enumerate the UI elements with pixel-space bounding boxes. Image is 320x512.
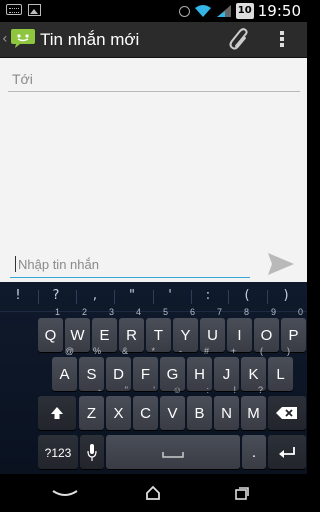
recipient-placeholder: Tới <box>12 71 33 87</box>
wifi-icon <box>194 5 211 17</box>
signal-icon <box>216 5 231 17</box>
suggestion-key[interactable]: ) <box>276 288 296 303</box>
backspace-icon <box>276 407 297 419</box>
symbols-mode-key[interactable]: ?123 <box>38 435 78 469</box>
message-input[interactable]: Nhập tin nhắn <box>10 250 250 278</box>
up-navigation-icon[interactable]: ‹ <box>2 31 8 47</box>
punctuation-suggestion-row: ! ? , " ' : ( ) <box>0 282 307 312</box>
suggestion-key[interactable]: ' <box>160 288 180 303</box>
key-q[interactable]: Q1 <box>38 307 63 352</box>
key-v[interactable]: V ☺ <box>160 385 185 430</box>
key-b[interactable]: B: <box>187 385 212 430</box>
voice-input-key[interactable] <box>80 435 104 469</box>
messaging-app-icon[interactable] <box>10 27 36 49</box>
space-icon <box>162 452 184 458</box>
navigation-bar <box>0 474 307 512</box>
key-l[interactable]: L) <box>268 346 293 391</box>
key-t[interactable]: T5 <box>146 307 171 352</box>
suggestion-key[interactable]: ( <box>237 288 257 303</box>
key-c[interactable]: C ' <box>133 385 158 430</box>
key-y[interactable]: Y6 <box>173 307 198 352</box>
suggestion-key[interactable]: ? <box>46 288 66 303</box>
key-z[interactable]: Z- <box>79 385 104 430</box>
backspace-key[interactable] <box>268 396 306 430</box>
key-a[interactable]: A @ <box>52 346 77 391</box>
shift-key[interactable] <box>38 396 76 430</box>
keyboard-notification-icon <box>6 4 22 15</box>
shift-icon <box>51 407 63 419</box>
key-p[interactable]: P0 <box>281 307 306 352</box>
action-bar: ‹ Tin nhắn mới <box>0 22 307 58</box>
keyboard: ! ? , " ' : ( ) Q1 W2 E3 R4 T5 Y6 U7 I8 … <box>0 282 307 474</box>
recent-apps-icon[interactable] <box>234 485 250 501</box>
text-cursor <box>15 256 16 272</box>
suggestion-key[interactable]: : <box>198 288 218 303</box>
suggestion-key[interactable]: , <box>85 288 105 303</box>
period-key[interactable]: . <box>242 435 266 469</box>
recipient-field[interactable]: Tới <box>8 66 300 92</box>
key-o[interactable]: O9 <box>254 307 279 352</box>
page-title: Tin nhắn mới <box>40 30 140 49</box>
status-bar: 10 19:50 <box>0 0 307 22</box>
key-m[interactable]: M? <box>241 385 266 430</box>
enter-key[interactable] <box>268 435 306 469</box>
home-icon[interactable] <box>145 485 161 501</box>
message-placeholder: Nhập tin nhắn <box>18 257 99 272</box>
microphone-icon <box>87 444 97 461</box>
status-clock: 19:50 <box>257 2 301 20</box>
attach-icon[interactable] <box>228 28 252 52</box>
overflow-menu-icon[interactable] <box>280 31 286 49</box>
key-n[interactable]: N! <box>214 385 239 430</box>
key-x[interactable]: X " <box>106 385 131 430</box>
back-icon[interactable] <box>51 487 79 501</box>
suggestion-key[interactable]: " <box>122 288 142 303</box>
space-bar[interactable] <box>106 435 240 469</box>
battery-icon: 10 <box>235 3 254 19</box>
compose-bar: Nhập tin nhắn <box>0 246 307 282</box>
enter-icon <box>279 447 295 458</box>
suggestion-key[interactable]: ! <box>8 288 28 303</box>
alarm-icon <box>178 5 190 17</box>
conversation-area: Tới <box>0 58 307 246</box>
send-icon[interactable] <box>266 250 296 278</box>
image-notification-icon <box>28 4 41 16</box>
